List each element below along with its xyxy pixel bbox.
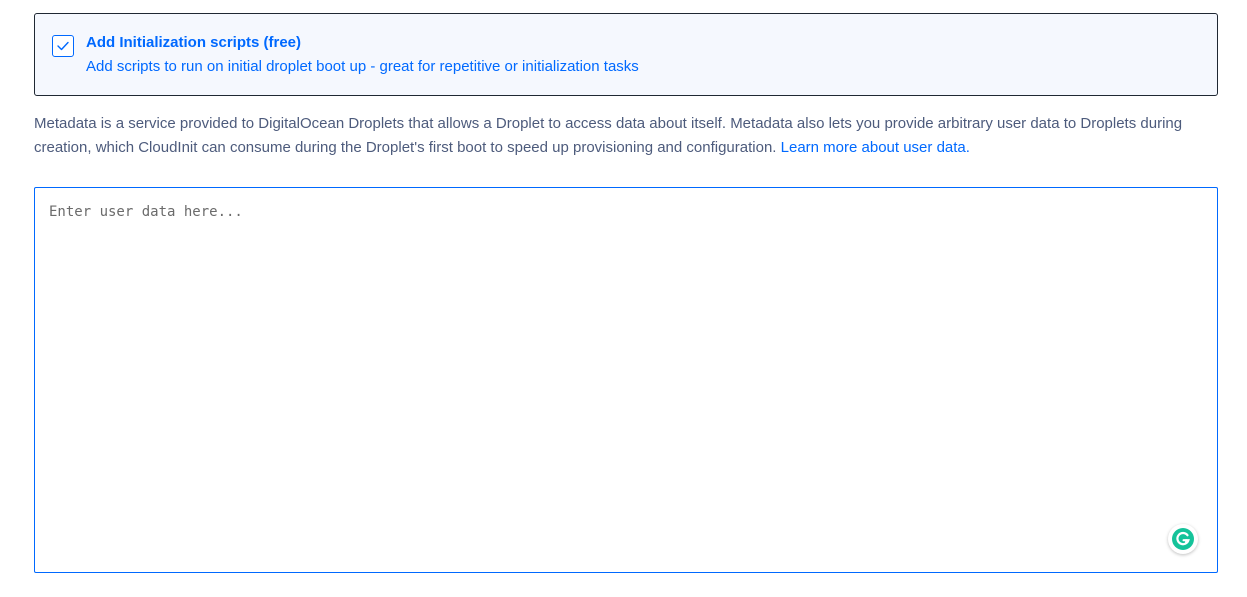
grammarly-icon bbox=[1172, 528, 1194, 550]
learn-more-user-data-link[interactable]: Learn more about user data. bbox=[781, 139, 970, 156]
init-scripts-subtitle: Add scripts to run on initial droplet bo… bbox=[86, 58, 639, 75]
metadata-description: Metadata is a service provided to Digita… bbox=[34, 112, 1214, 160]
checkmark-icon bbox=[57, 41, 69, 51]
page: Add Initialization scripts (free) Add sc… bbox=[0, 0, 1247, 597]
user-data-textarea[interactable] bbox=[34, 187, 1218, 573]
grammarly-button[interactable] bbox=[1168, 524, 1198, 554]
init-scripts-title[interactable]: Add Initialization scripts (free) bbox=[86, 34, 301, 51]
metadata-description-text: Metadata is a service provided to Digita… bbox=[34, 115, 1183, 156]
init-scripts-card[interactable]: Add Initialization scripts (free) Add sc… bbox=[34, 13, 1218, 96]
init-scripts-checkbox[interactable] bbox=[52, 35, 74, 57]
